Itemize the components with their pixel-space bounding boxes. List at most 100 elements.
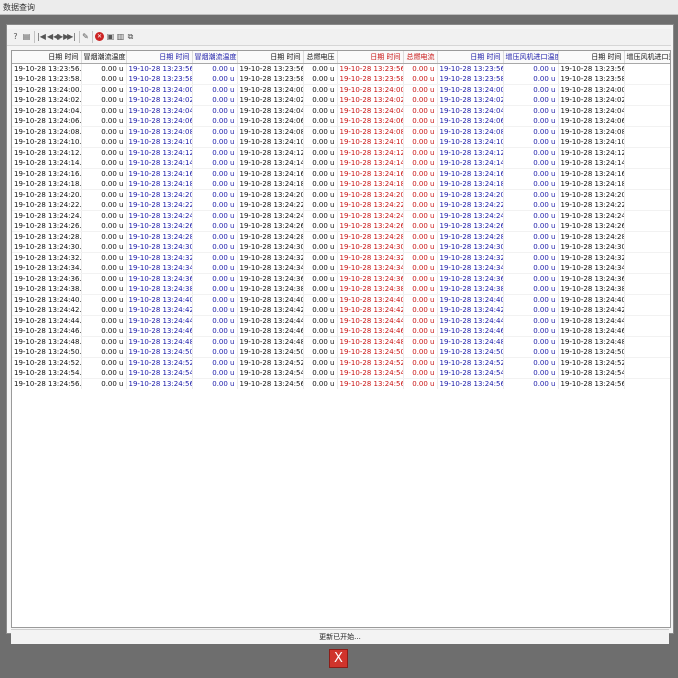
- stop-icon[interactable]: ✕: [95, 32, 104, 41]
- table-row[interactable]: 19-10-28 13:24:54.3830.00 u19-10-28 13:2…: [12, 368, 670, 379]
- column-header[interactable]: 日期 时间: [337, 51, 404, 64]
- empty-cell: [624, 336, 670, 347]
- column-header[interactable]: 日期 时间: [12, 51, 82, 64]
- column-header[interactable]: 增压风机进口速: [624, 51, 670, 64]
- value-cell: 0.00 u: [192, 189, 238, 200]
- value-cell: 0.00 u: [503, 273, 559, 284]
- table-row[interactable]: 19-10-28 13:24:38.3830.00 u19-10-28 13:2…: [12, 284, 670, 295]
- column-header[interactable]: 总燃电压: [303, 51, 338, 64]
- datetime-cell: 19-10-28 13:24:24.383: [12, 210, 82, 221]
- datetime-cell: 19-10-28 13:24:46.383: [126, 326, 193, 337]
- next-page-icon[interactable]: ▶▶: [57, 31, 69, 42]
- table-row[interactable]: 19-10-28 13:24:26.3830.00 u19-10-28 13:2…: [12, 221, 670, 232]
- table-row[interactable]: 19-10-28 13:24:44.3830.00 u19-10-28 13:2…: [12, 315, 670, 326]
- table-icon[interactable]: ▤: [22, 31, 31, 42]
- datetime-cell: 19-10-28 13:24:40.383: [558, 294, 625, 305]
- table-row[interactable]: 19-10-28 13:24:28.3830.00 u19-10-28 13:2…: [12, 231, 670, 242]
- datetime-cell: 19-10-28 13:24:26.383: [12, 221, 82, 232]
- datetime-cell: 19-10-28 13:24:44.383: [126, 315, 193, 326]
- table-row[interactable]: 19-10-28 13:24:34.3830.00 u19-10-28 13:2…: [12, 263, 670, 274]
- help-icon[interactable]: ?: [11, 31, 20, 42]
- table-row[interactable]: 19-10-28 13:24:02.3830.00 u19-10-28 13:2…: [12, 95, 670, 106]
- datetime-cell: 19-10-28 13:23:56.383: [337, 63, 404, 74]
- table-row[interactable]: 19-10-28 13:24:48.3830.00 u19-10-28 13:2…: [12, 336, 670, 347]
- column-header[interactable]: 日期 时间: [437, 51, 504, 64]
- table-row[interactable]: 19-10-28 13:24:04.3830.00 u19-10-28 13:2…: [12, 105, 670, 116]
- datetime-cell: 19-10-28 13:24:34.383: [437, 263, 504, 274]
- datetime-cell: 19-10-28 13:24:38.383: [558, 284, 625, 295]
- datetime-cell: 19-10-28 13:24:14.383: [237, 158, 304, 169]
- datetime-cell: 19-10-28 13:23:58.383: [12, 74, 82, 85]
- empty-cell: [624, 242, 670, 253]
- value-cell: 0.00 u: [81, 147, 127, 158]
- table-row[interactable]: 19-10-28 13:24:08.3830.00 u19-10-28 13:2…: [12, 126, 670, 137]
- table-row[interactable]: 19-10-28 13:24:50.3830.00 u19-10-28 13:2…: [12, 347, 670, 358]
- datetime-cell: 19-10-28 13:24:50.383: [558, 347, 625, 358]
- value-cell: 0.00 u: [303, 63, 338, 74]
- toolbar-separator: [92, 31, 93, 43]
- table-row[interactable]: 19-10-28 13:24:06.3830.00 u19-10-28 13:2…: [12, 116, 670, 127]
- table-row[interactable]: 19-10-28 13:24:16.3830.00 u19-10-28 13:2…: [12, 168, 670, 179]
- datetime-cell: 19-10-28 13:24:32.383: [558, 252, 625, 263]
- copy-icon[interactable]: ⧉: [126, 31, 135, 42]
- column-header[interactable]: 日期 时间: [237, 51, 304, 64]
- value-cell: 0.00 u: [503, 378, 559, 389]
- value-cell: 0.00 u: [81, 126, 127, 137]
- column-header[interactable]: 总燃电流: [403, 51, 438, 64]
- column-header[interactable]: 冒烟潮流温度: [81, 51, 127, 64]
- table-row[interactable]: 19-10-28 13:24:30.3830.00 u19-10-28 13:2…: [12, 242, 670, 253]
- print-icon[interactable]: ▣: [106, 31, 115, 42]
- table-row[interactable]: 19-10-28 13:24:12.3830.00 u19-10-28 13:2…: [12, 147, 670, 158]
- last-record-icon[interactable]: ▶|: [67, 31, 76, 42]
- column-header[interactable]: 冒烟潮流温度: [192, 51, 238, 64]
- datetime-cell: 19-10-28 13:24:30.383: [337, 242, 404, 253]
- value-cell: 0.00 u: [503, 231, 559, 242]
- datetime-cell: 19-10-28 13:24:38.383: [237, 284, 304, 295]
- datetime-cell: 19-10-28 13:24:50.383: [437, 347, 504, 358]
- table-row[interactable]: 19-10-28 13:24:40.3830.00 u19-10-28 13:2…: [12, 294, 670, 305]
- table-row[interactable]: 19-10-28 13:24:18.3830.00 u19-10-28 13:2…: [12, 179, 670, 190]
- datetime-cell: 19-10-28 13:24:46.383: [437, 326, 504, 337]
- value-cell: 0.00 u: [403, 252, 438, 263]
- value-cell: 0.00 u: [81, 336, 127, 347]
- value-cell: 0.00 u: [81, 273, 127, 284]
- edit-icon[interactable]: ✎: [81, 31, 90, 42]
- export-icon[interactable]: ▥: [116, 31, 125, 42]
- table-row[interactable]: 19-10-28 13:24:00.3830.00 u19-10-28 13:2…: [12, 84, 670, 95]
- table-row[interactable]: 19-10-28 13:24:52.3830.00 u19-10-28 13:2…: [12, 357, 670, 368]
- datetime-cell: 19-10-28 13:24:42.383: [12, 305, 82, 316]
- value-cell: 0.00 u: [403, 126, 438, 137]
- table-row[interactable]: 19-10-28 13:23:56.3830.00 u19-10-28 13:2…: [12, 63, 670, 74]
- table-row[interactable]: 19-10-28 13:24:36.3830.00 u19-10-28 13:2…: [12, 273, 670, 284]
- datetime-cell: 19-10-28 13:24:54.383: [558, 368, 625, 379]
- value-cell: 0.00 u: [403, 158, 438, 169]
- value-cell: 0.00 u: [503, 168, 559, 179]
- table-row[interactable]: 19-10-28 13:24:14.383 0.00 u 19-10-28 13:2…: [12, 158, 670, 169]
- table-row[interactable]: 19-10-28 13:24:32.3830.00 u19-10-28 13:2…: [12, 252, 670, 263]
- data-grid[interactable]: 日期 时间 冒烟潮流温度 日期 时间 冒烟潮流温度 日期 时间 总燃电压 日期 时间 总燃电流…: [11, 50, 671, 628]
- column-header[interactable]: 日期 时间: [558, 51, 625, 64]
- table-row[interactable]: 19-10-28 13:24:10.3830.00 u19-10-28 13:2…: [12, 137, 670, 148]
- value-cell: 0.00 u: [403, 357, 438, 368]
- datetime-cell: 19-10-28 13:24:38.383: [437, 284, 504, 295]
- table-row[interactable]: 19-10-28 13:24:22.3830.00 u19-10-28 13:2…: [12, 200, 670, 211]
- table-row[interactable]: 19-10-28 13:23:58.3830.00 u19-10-28 13:2…: [12, 74, 670, 85]
- datetime-cell: 19-10-28 13:24:44.383: [558, 315, 625, 326]
- datetime-cell: 19-10-28 13:24:24.383: [337, 210, 404, 221]
- datetime-cell: 19-10-28 13:23:58.383: [337, 74, 404, 85]
- datetime-cell: 19-10-28 13:24:52.383: [12, 357, 82, 368]
- datetime-cell: 19-10-28 13:24:14.383: [126, 158, 193, 169]
- datetime-cell: 19-10-28 13:24:42.383: [437, 305, 504, 316]
- column-header[interactable]: 日期 时间: [126, 51, 193, 64]
- table-row[interactable]: 19-10-28 13:24:20.3830.00 u19-10-28 13:2…: [12, 189, 670, 200]
- value-cell: 0.00 u: [503, 63, 559, 74]
- first-record-icon[interactable]: |◀: [37, 31, 46, 42]
- column-header[interactable]: 增压风机进口温度: [503, 51, 559, 64]
- close-button[interactable]: X: [329, 649, 348, 668]
- previous-page-icon[interactable]: ◀◀: [47, 31, 59, 42]
- table-row[interactable]: 19-10-28 13:24:42.3830.00 u19-10-28 13:2…: [12, 305, 670, 316]
- table-row[interactable]: 19-10-28 13:24:24.3830.00 u19-10-28 13:2…: [12, 210, 670, 221]
- table-row[interactable]: 19-10-28 13:24:56.3830.00 u19-10-28 13:2…: [12, 378, 670, 389]
- table-row[interactable]: 19-10-28 13:24:46.3830.00 u19-10-28 13:2…: [12, 326, 670, 337]
- empty-cell: [624, 126, 670, 137]
